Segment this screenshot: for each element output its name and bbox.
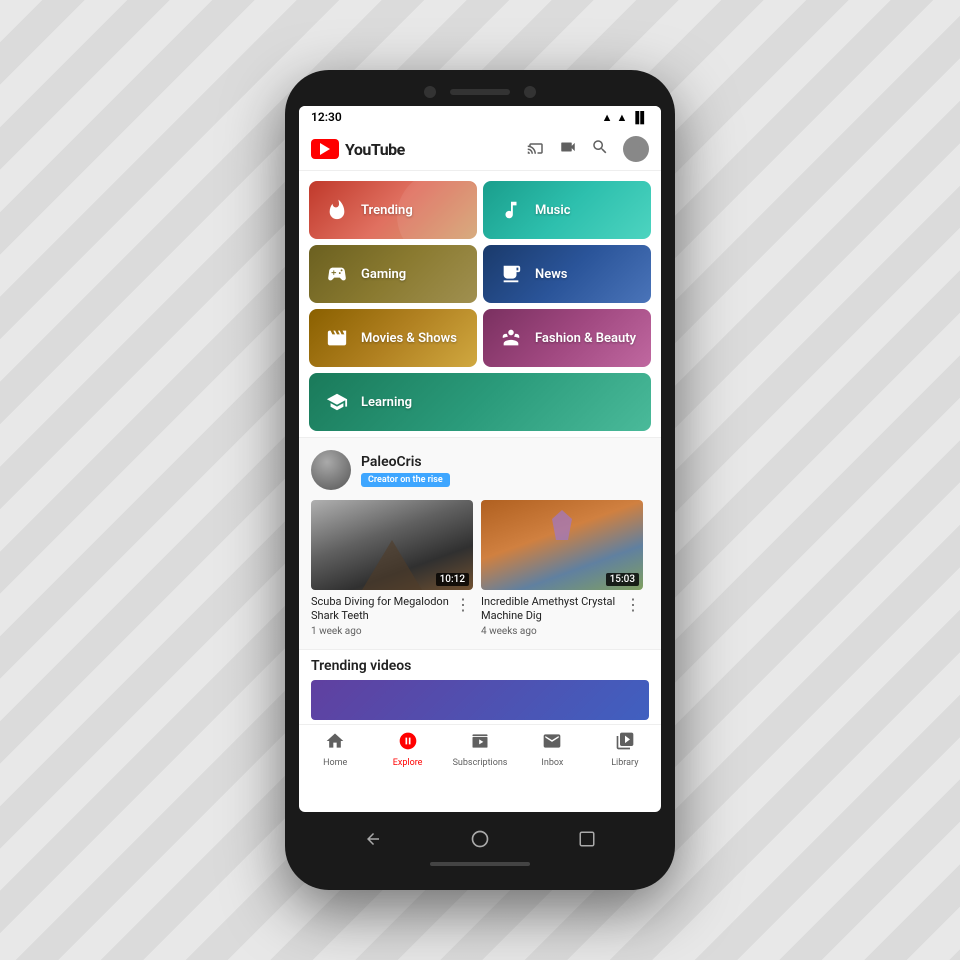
youtube-logo: YouTube: [311, 139, 405, 159]
video-more-button-1[interactable]: ⋮: [453, 595, 473, 614]
category-news[interactable]: News: [483, 245, 651, 303]
front-camera: [424, 86, 436, 98]
phone-screen: 12:30 ▲ ▲ ▐▌ YouTube: [299, 106, 661, 812]
news-label: News: [535, 267, 567, 282]
videos-row: 10:12 Scuba Diving for Megalodon Shark T…: [311, 500, 649, 637]
phone-speaker: [450, 89, 510, 95]
movies-label: Movies & Shows: [361, 331, 457, 346]
trending-title: Trending videos: [311, 658, 649, 674]
channel-avatar-img: [311, 450, 351, 490]
category-grid: Trending Music Gaming N: [299, 171, 661, 437]
library-icon: [615, 731, 635, 756]
youtube-logo-text: YouTube: [345, 140, 405, 159]
proximity-sensor: [524, 86, 536, 98]
library-label: Library: [611, 758, 638, 768]
cast-button[interactable]: [527, 138, 545, 161]
phone-top: [299, 82, 661, 106]
category-fashion[interactable]: Fashion & Beauty: [483, 309, 651, 367]
user-avatar[interactable]: [623, 136, 649, 162]
music-label: Music: [535, 203, 570, 218]
trending-preview: [311, 680, 649, 720]
video-meta-2: 4 weeks ago: [481, 626, 623, 637]
channel-badge: Creator on the rise: [361, 473, 450, 487]
recents-button[interactable]: [572, 824, 602, 854]
header-actions: [527, 136, 649, 162]
home-button[interactable]: [465, 824, 495, 854]
back-button[interactable]: [358, 824, 388, 854]
video-duration-2: 15:03: [606, 573, 639, 586]
subscriptions-icon: [470, 731, 490, 756]
app-header: YouTube: [299, 128, 661, 171]
fashion-icon: [497, 324, 525, 352]
home-indicator: [430, 862, 530, 866]
channel-section: PaleoCris Creator on the rise 10:12 Scub…: [299, 437, 661, 649]
video-text-1: Scuba Diving for Megalodon Shark Teeth 1…: [311, 595, 453, 637]
phone-nav-bar: [299, 824, 661, 854]
channel-header: PaleoCris Creator on the rise: [311, 450, 649, 490]
trending-label: Trending: [361, 203, 413, 218]
phone-frame: 12:30 ▲ ▲ ▐▌ YouTube: [285, 70, 675, 890]
shark-decoration: [362, 540, 422, 590]
youtube-logo-icon: [311, 139, 339, 159]
home-icon: [325, 731, 345, 756]
trending-icon: [323, 196, 351, 224]
channel-info: PaleoCris Creator on the rise: [361, 454, 450, 487]
amethyst-decoration: [552, 510, 572, 540]
gaming-icon: [323, 260, 351, 288]
trending-section: Trending videos: [299, 649, 661, 724]
video-title-1: Scuba Diving for Megalodon Shark Teeth: [311, 595, 453, 624]
fashion-label: Fashion & Beauty: [535, 331, 636, 346]
gaming-label: Gaming: [361, 267, 406, 282]
bottom-nav: Home Explore Subscriptions Inbox: [299, 724, 661, 772]
learning-label: Learning: [361, 395, 412, 410]
news-icon: [497, 260, 525, 288]
inbox-icon: [542, 731, 562, 756]
category-learning[interactable]: Learning: [309, 373, 651, 431]
battery-icon: ▐▌: [631, 111, 649, 124]
nav-subscriptions[interactable]: Subscriptions: [444, 731, 516, 768]
status-time: 12:30: [311, 110, 342, 124]
subscriptions-label: Subscriptions: [453, 758, 508, 768]
video-thumbnail-2: 15:03: [481, 500, 643, 590]
inbox-label: Inbox: [541, 758, 563, 768]
video-title-2: Incredible Amethyst Crystal Machine Dig: [481, 595, 623, 624]
home-label: Home: [323, 758, 347, 768]
nav-library[interactable]: Library: [589, 731, 661, 768]
video-text-2: Incredible Amethyst Crystal Machine Dig …: [481, 595, 623, 637]
create-video-button[interactable]: [559, 138, 577, 161]
music-icon: [497, 196, 525, 224]
video-item[interactable]: 10:12 Scuba Diving for Megalodon Shark T…: [311, 500, 473, 637]
video-meta-1: 1 week ago: [311, 626, 453, 637]
category-movies[interactable]: Movies & Shows: [309, 309, 477, 367]
category-music[interactable]: Music: [483, 181, 651, 239]
video-duration-1: 10:12: [436, 573, 469, 586]
nav-explore[interactable]: Explore: [371, 731, 443, 768]
nav-home[interactable]: Home: [299, 731, 371, 768]
learning-icon: [323, 388, 351, 416]
category-gaming[interactable]: Gaming: [309, 245, 477, 303]
signal-icon: ▲: [617, 111, 628, 124]
wifi-icon: ▲: [602, 111, 613, 124]
channel-name: PaleoCris: [361, 454, 450, 470]
nav-inbox[interactable]: Inbox: [516, 731, 588, 768]
explore-label: Explore: [393, 758, 423, 768]
explore-icon: [398, 731, 418, 756]
category-trending[interactable]: Trending: [309, 181, 477, 239]
search-button[interactable]: [591, 138, 609, 161]
video-info-2: Incredible Amethyst Crystal Machine Dig …: [481, 595, 643, 637]
channel-avatar[interactable]: [311, 450, 351, 490]
phone-bottom: [299, 812, 661, 874]
video-thumbnail-1: 10:12: [311, 500, 473, 590]
video-item-2[interactable]: 15:03 Incredible Amethyst Crystal Machin…: [481, 500, 643, 637]
status-icons: ▲ ▲ ▐▌: [602, 111, 649, 124]
status-bar: 12:30 ▲ ▲ ▐▌: [299, 106, 661, 128]
video-more-button-2[interactable]: ⋮: [623, 595, 643, 614]
movies-icon: [323, 324, 351, 352]
video-info-1: Scuba Diving for Megalodon Shark Teeth 1…: [311, 595, 473, 637]
